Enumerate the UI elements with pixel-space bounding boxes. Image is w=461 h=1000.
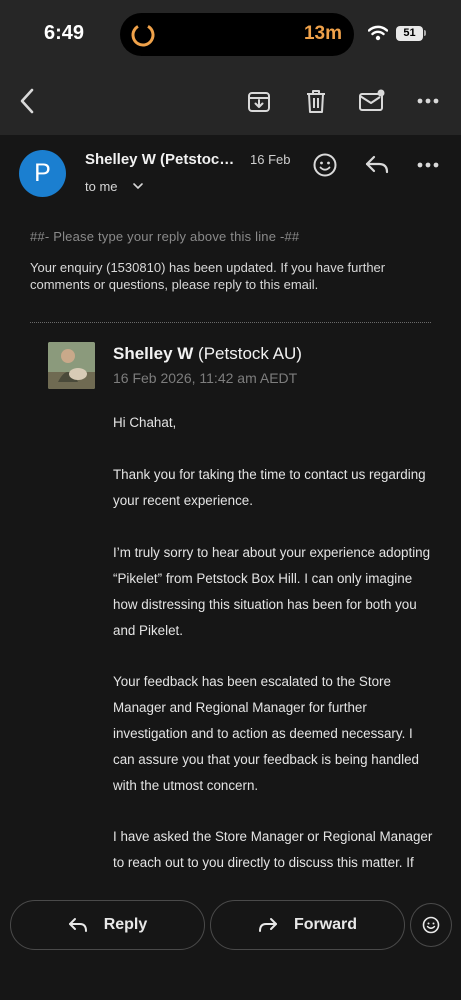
status-bar: 6:49 13m 51 — [0, 0, 461, 68]
recipient-label[interactable]: to me — [85, 179, 118, 194]
quote-sender: Shelley W (Petstock AU) — [113, 344, 302, 364]
timer-text: 13m — [303, 23, 342, 44]
quote-divider — [30, 322, 431, 323]
reply-icon — [68, 918, 87, 932]
paragraph-thanks: Thank you for taking the time to contact… — [113, 467, 426, 508]
reply-label: Reply — [103, 916, 148, 933]
trash-icon[interactable] — [301, 86, 331, 116]
quote-sender-name: Shelley W — [113, 344, 194, 363]
agent-photo — [48, 342, 95, 389]
quote-sender-org: (Petstock AU) — [198, 344, 302, 363]
quote-date: 16 Feb 2026, 11:42 am AEDT — [113, 370, 298, 386]
forward-button[interactable]: Forward — [210, 900, 405, 950]
dynamic-island[interactable]: 13m — [120, 13, 354, 56]
emoji-react-icon[interactable] — [311, 151, 339, 179]
forward-label: Forward — [293, 916, 358, 933]
sender-avatar[interactable]: P — [19, 150, 66, 197]
timer-ring-icon — [131, 23, 155, 47]
update-notice: Your enquiry (1530810) has been updated.… — [30, 260, 386, 292]
emoji-icon — [422, 916, 440, 934]
forward-icon — [258, 918, 277, 932]
paragraph-escalation: Your feedback has been escalated to the … — [113, 674, 419, 793]
sender-name[interactable]: Shelley W (Petstock AU) — [85, 151, 242, 168]
reply-marker: ##- Please type your reply above this li… — [30, 229, 300, 244]
battery-icon: 51 — [396, 26, 423, 41]
mark-unread-icon[interactable] — [357, 86, 387, 116]
paragraph-greeting: Hi Chahat, — [113, 415, 177, 430]
more-icon[interactable] — [413, 86, 443, 116]
message-date: 16 Feb — [250, 152, 291, 167]
paragraph-apology: I’m truly sorry to hear about your exper… — [113, 545, 431, 638]
archive-icon[interactable] — [244, 86, 274, 116]
emoji-button[interactable] — [410, 903, 452, 947]
reply-icon[interactable] — [363, 151, 391, 179]
wifi-icon — [368, 25, 388, 41]
battery-tip — [424, 30, 426, 36]
chevron-down-icon[interactable] — [132, 180, 144, 192]
top-bar: 6:49 13m 51 — [0, 0, 461, 135]
message-more-icon[interactable] — [414, 151, 442, 179]
status-time: 6:49 — [44, 22, 85, 44]
reply-button[interactable]: Reply — [10, 900, 205, 950]
back-arrow-icon[interactable] — [12, 86, 42, 116]
